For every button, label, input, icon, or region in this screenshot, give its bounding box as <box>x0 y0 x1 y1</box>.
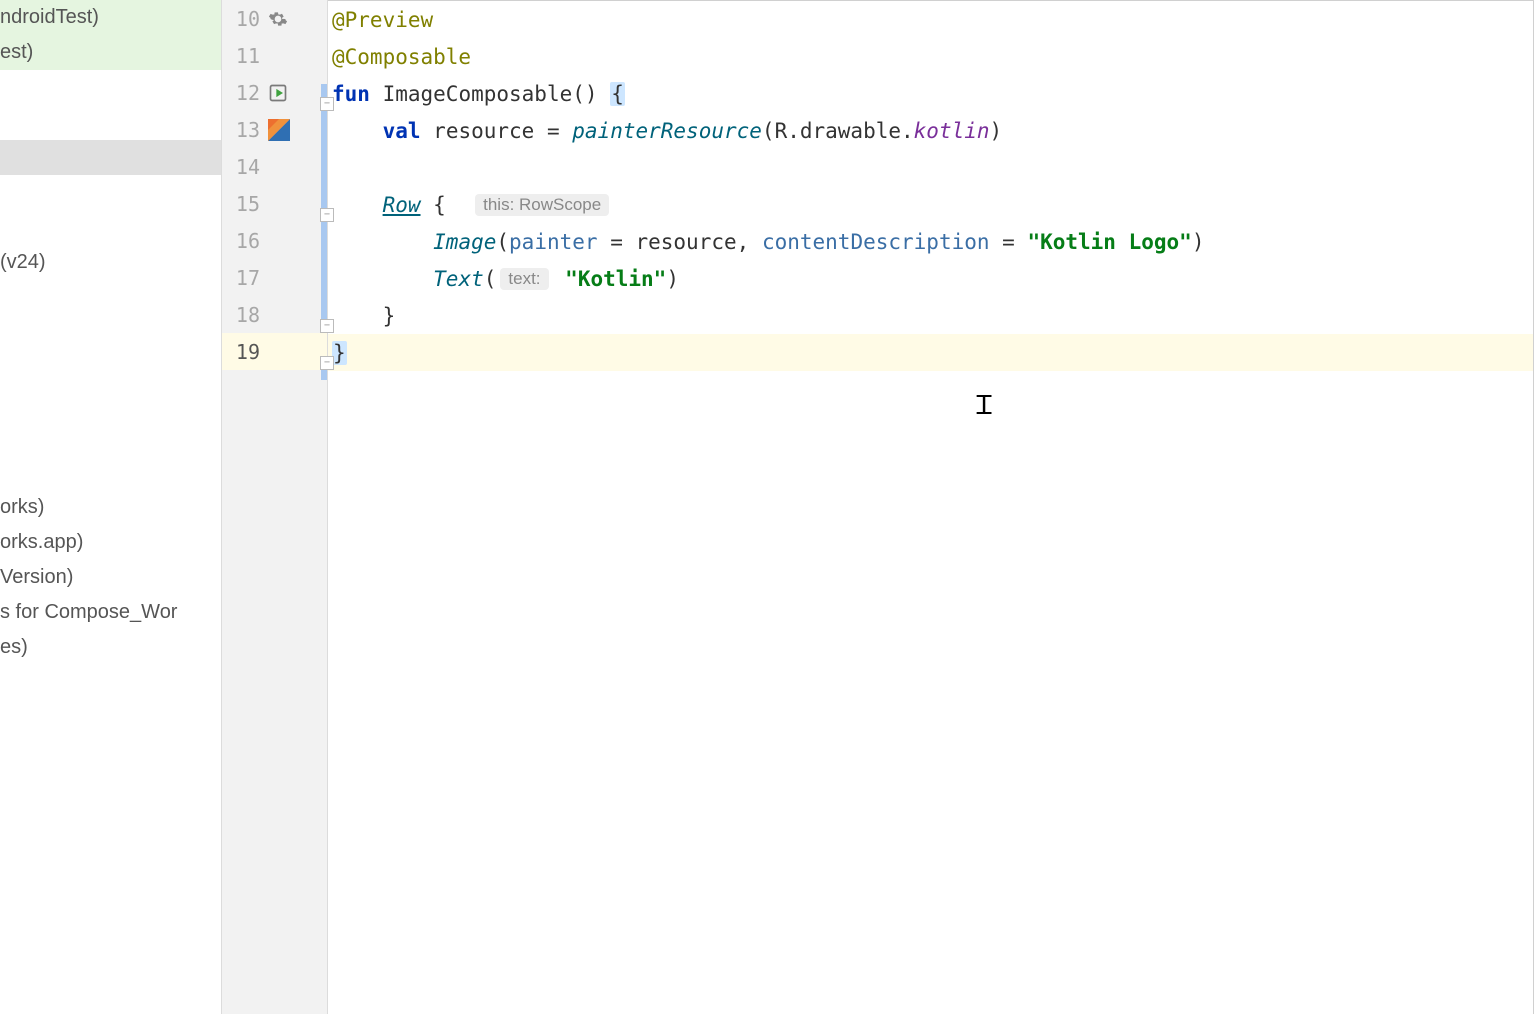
code-editor[interactable]: − − − − @Preview @Composable fun ImageCo… <box>328 0 1534 1014</box>
gutter-row[interactable]: 14 <box>222 148 327 185</box>
line-number: 17 <box>222 266 264 290</box>
gutter-row[interactable]: 17 <box>222 259 327 296</box>
sidebar-item-selected[interactable] <box>0 140 221 175</box>
param-contentdescription: contentDescription <box>762 230 990 254</box>
gutter-row[interactable]: 13 <box>222 111 327 148</box>
gutter-row[interactable]: 11 <box>222 37 327 74</box>
line-number: 18 <box>222 303 264 327</box>
line-number: 15 <box>222 192 264 216</box>
string-literal: "Kotlin Logo" <box>1027 230 1191 254</box>
sidebar-item[interactable]: s for Compose_Wor <box>0 595 221 630</box>
keyword-val: val <box>383 119 421 143</box>
sidebar-item[interactable]: (v24) <box>0 245 221 280</box>
sidebar-item[interactable] <box>0 420 221 455</box>
line-number: 14 <box>222 155 264 179</box>
sidebar-item[interactable] <box>0 210 221 245</box>
sidebar-item[interactable] <box>0 455 221 490</box>
line-number: 19 <box>222 340 264 364</box>
sidebar-item[interactable]: orks) <box>0 490 221 525</box>
sidebar-item[interactable] <box>0 385 221 420</box>
gutter-row[interactable]: 18 <box>222 296 327 333</box>
sidebar-item[interactable]: ndroidTest) <box>0 0 221 35</box>
gear-icon[interactable] <box>268 9 288 29</box>
sidebar-item[interactable]: es) <box>0 630 221 665</box>
param-painter: painter <box>509 230 598 254</box>
code-line[interactable]: Row { this: RowScope <box>328 186 1533 223</box>
fold-collapse-icon[interactable]: − <box>320 97 334 111</box>
call-text: Text <box>433 267 484 291</box>
line-number: 12 <box>222 81 264 105</box>
text-cursor-icon: Ꮖ <box>976 391 993 422</box>
string-literal: "Kotlin" <box>565 267 666 291</box>
gutter-row[interactable]: 12 <box>222 74 327 111</box>
inlay-hint[interactable]: text: <box>500 268 548 290</box>
sidebar-item[interactable] <box>0 280 221 315</box>
kotlin-icon[interactable] <box>268 119 290 141</box>
code-line[interactable]: fun ImageComposable() { <box>328 75 1533 112</box>
sidebar-item[interactable]: est) <box>0 35 221 70</box>
call-painterresource: painterResource <box>572 119 762 143</box>
code-line[interactable]: } <box>328 297 1533 334</box>
line-number: 10 <box>222 7 264 31</box>
editor-gutter[interactable]: 10 11 12 13 <box>222 0 328 1014</box>
matching-brace: } <box>332 341 347 365</box>
matching-brace: { <box>610 82 625 106</box>
fold-collapse-icon[interactable]: − <box>320 356 334 370</box>
code-line[interactable]: @Preview <box>328 1 1533 38</box>
gutter-row[interactable]: 15 <box>222 185 327 222</box>
annotation-composable: @Composable <box>332 45 471 69</box>
keyword-fun: fun <box>332 82 370 106</box>
project-sidebar[interactable]: ndroidTest) est) (v24) orks) orks.app) V… <box>0 0 222 1014</box>
gutter-row[interactable]: 10 <box>222 0 327 37</box>
code-line[interactable]: @Composable <box>328 38 1533 75</box>
code-line[interactable]: val resource = painterResource(R.drawabl… <box>328 112 1533 149</box>
gutter-row-current[interactable]: 19 <box>222 333 327 370</box>
annotation-preview: @Preview <box>332 8 433 32</box>
line-number: 11 <box>222 44 264 68</box>
drawable-kotlin: kotlin <box>914 119 990 143</box>
run-icon[interactable] <box>268 83 288 103</box>
sidebar-item[interactable] <box>0 175 221 210</box>
sidebar-item[interactable] <box>0 350 221 385</box>
call-image: Image <box>433 230 496 254</box>
sidebar-item[interactable] <box>0 70 221 105</box>
sidebar-item[interactable]: Version) <box>0 560 221 595</box>
code-line[interactable]: Image(painter = resource, contentDescrip… <box>328 223 1533 260</box>
code-line[interactable]: Text(text: "Kotlin") <box>328 260 1533 297</box>
line-number: 13 <box>222 118 264 142</box>
inlay-hint[interactable]: this: RowScope <box>475 194 609 216</box>
sidebar-item[interactable]: orks.app) <box>0 525 221 560</box>
code-line-current[interactable]: } <box>328 334 1533 371</box>
gutter-row[interactable]: 16 <box>222 222 327 259</box>
code-line[interactable] <box>328 149 1533 186</box>
func-name: ImageComposable <box>383 82 573 106</box>
call-row: Row <box>383 193 421 217</box>
sidebar-item[interactable] <box>0 105 221 140</box>
fold-collapse-icon[interactable]: − <box>320 319 334 333</box>
line-number: 16 <box>222 229 264 253</box>
fold-collapse-icon[interactable]: − <box>320 208 334 222</box>
sidebar-item[interactable] <box>0 315 221 350</box>
